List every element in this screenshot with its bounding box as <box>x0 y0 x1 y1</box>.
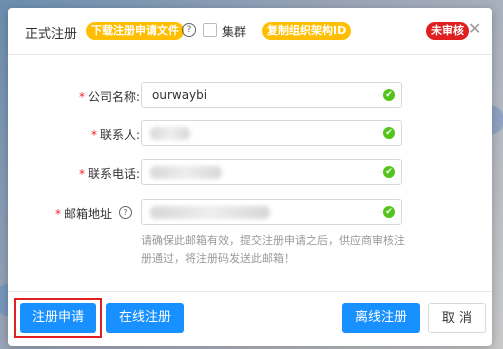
company-name-field[interactable]: ourwaybi ✔ <box>141 82 402 108</box>
download-application-button[interactable]: 下载注册申请文件 <box>86 22 184 40</box>
dialog-header: 正式注册 下载注册申请文件 ? 集群 复制组织架构ID 未审核 ✕ <box>8 8 492 55</box>
check-icon: ✔ <box>383 127 395 139</box>
help-icon[interactable]: ? <box>182 23 196 37</box>
contact-field[interactable]: ✔ <box>141 120 402 146</box>
close-icon[interactable]: ✕ <box>468 20 481 38</box>
dialog-footer: 注册申请 在线注册 离线注册 取 消 <box>8 291 492 346</box>
check-icon: ✔ <box>383 206 395 218</box>
check-icon: ✔ <box>383 89 395 101</box>
email-hint: 请确保此邮箱有效，提交注册申请之后，供应商审核注册通过，将注册码发送此邮箱！ <box>141 234 405 265</box>
registration-dialog: 正式注册 下载注册申请文件 ? 集群 复制组织架构ID 未审核 ✕ * 公司名称:… <box>8 8 492 346</box>
online-register-button[interactable]: 在线注册 <box>106 303 184 333</box>
phone-label: * 联系电话: <box>78 167 140 181</box>
register-application-button[interactable]: 注册申请 <box>20 303 96 333</box>
company-label: * 公司名称: <box>78 90 140 104</box>
status-badge: 未审核 <box>426 22 469 40</box>
email-label: * 邮箱地址 <box>54 207 112 221</box>
dialog-title: 正式注册 <box>25 27 78 42</box>
offline-register-button[interactable]: 离线注册 <box>342 303 420 333</box>
redacted-value <box>150 206 270 219</box>
company-name-value: ourwaybi <box>152 88 208 102</box>
redacted-value <box>150 127 190 140</box>
email-field[interactable]: ✔ <box>141 199 402 225</box>
cancel-button[interactable]: 取 消 <box>428 303 486 333</box>
copy-org-id-button[interactable]: 复制组织架构ID <box>262 22 352 40</box>
contact-label: * 联系人: <box>90 128 140 142</box>
redacted-value <box>150 166 222 179</box>
check-icon: ✔ <box>383 166 395 178</box>
phone-field[interactable]: ✔ <box>141 159 402 185</box>
email-help-icon[interactable]: ? <box>119 206 132 219</box>
cluster-checkbox-label: 集群 <box>222 25 247 39</box>
cluster-checkbox[interactable] <box>203 23 217 37</box>
